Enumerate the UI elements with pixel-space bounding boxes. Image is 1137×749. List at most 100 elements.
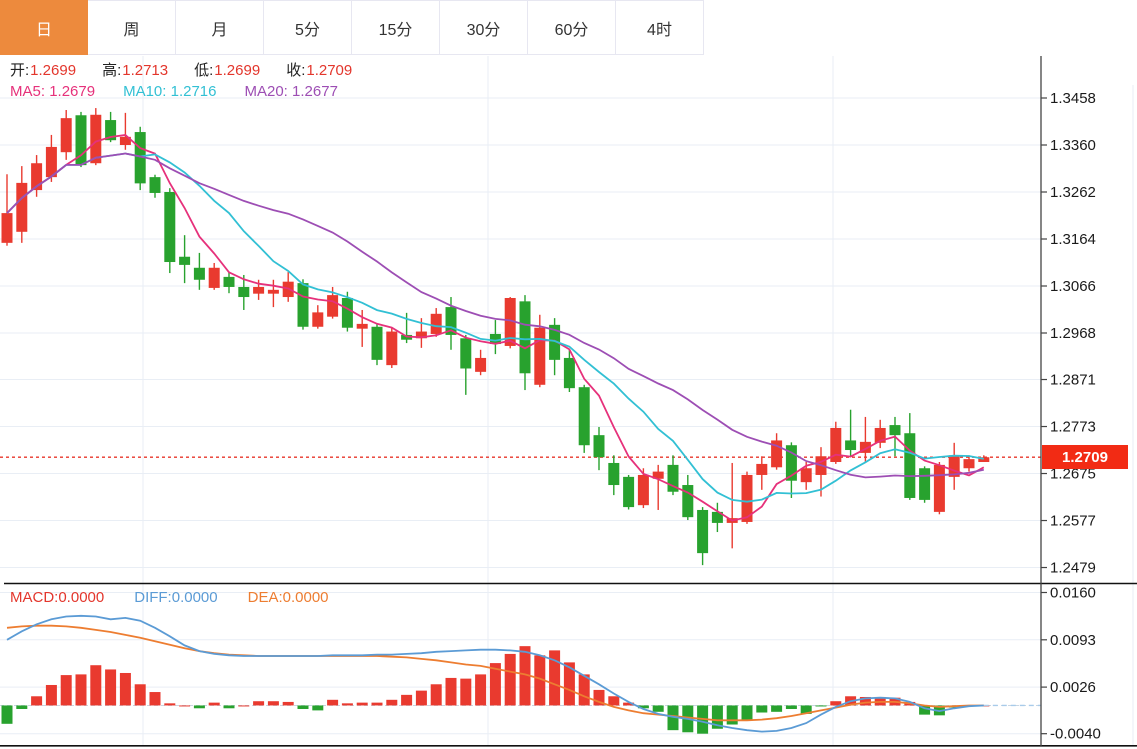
price-axis-label: 1.3066: [1050, 278, 1096, 295]
macd-hist-bar: [283, 702, 294, 706]
macd-hist-bar: [786, 705, 797, 709]
macd-hist-bar: [431, 684, 442, 705]
macd-hist-bar: [164, 703, 175, 705]
candle-body: [357, 324, 368, 329]
candle-body: [801, 468, 812, 482]
dea-label: DEA:: [248, 589, 283, 606]
candle-body: [268, 290, 279, 294]
macd-axis-label: 0.0093: [1050, 632, 1096, 649]
candle-body: [904, 433, 915, 498]
macd-hist-bar: [2, 705, 13, 723]
candle-body: [2, 213, 13, 243]
candle-body: [697, 510, 708, 553]
macd-value: 0.0000: [58, 589, 104, 606]
candle-body: [342, 298, 353, 328]
candle-body: [90, 115, 101, 163]
tab-60min[interactable]: 60分: [528, 0, 616, 55]
tab-month[interactable]: 月: [176, 0, 264, 55]
ma20-readout: MA20: 1.2677: [245, 83, 338, 100]
candle-body: [209, 268, 220, 288]
macd-hist-bar: [224, 705, 235, 708]
macd-hist-bar: [475, 674, 486, 705]
price-axis-label: 1.2479: [1050, 560, 1096, 577]
low-label: 低:: [194, 62, 213, 79]
last-price-tag: 1.2709: [1042, 445, 1128, 469]
candle-body: [194, 268, 205, 280]
candle-body: [327, 295, 338, 317]
macd-hist-bar: [238, 705, 249, 706]
ma-readout: MA5: 1.2679 MA10: 1.2716 MA20: 1.2677: [10, 83, 338, 100]
diff-value-group: DIFF:0.0000: [134, 589, 217, 606]
macd-hist-bar: [16, 705, 27, 709]
high-value: 1.2713: [122, 62, 168, 79]
macd-hist-bar: [771, 705, 782, 711]
macd-hist-bar: [298, 705, 309, 709]
candle-body: [919, 468, 930, 500]
macd-hist-bar: [46, 685, 57, 705]
ohlc-high: 高:1.2713: [102, 59, 168, 80]
price-axis-label: 1.2577: [1050, 513, 1096, 530]
macd-hist-bar: [742, 705, 753, 720]
candle-body: [16, 183, 27, 232]
price-axis-label: 1.2968: [1050, 325, 1096, 342]
candle-body: [224, 277, 235, 287]
macd-hist-bar: [446, 678, 457, 706]
ohlc-close: 收:1.2709: [286, 59, 352, 80]
macd-hist-bar: [401, 695, 412, 706]
close-value: 1.2709: [306, 62, 352, 79]
macd-hist-bar: [727, 705, 738, 724]
macd-axis-label: 0.0026: [1050, 679, 1096, 696]
candle-body: [164, 192, 175, 262]
tab-5min[interactable]: 5分: [264, 0, 352, 55]
candle-body: [238, 287, 249, 297]
candle-body: [61, 118, 72, 152]
macd-hist-bar: [653, 705, 664, 711]
macd-hist-bar: [150, 692, 161, 705]
chart-window: 日周月5分15分30分60分4时 开:1.2699 高:1.2713 低:1.2…: [0, 0, 1137, 749]
candle-body: [579, 387, 590, 445]
macd-hist-bar: [608, 696, 619, 705]
price-axis-label: 1.2871: [1050, 372, 1096, 389]
macd-hist-bar: [579, 674, 590, 705]
timeframe-tabs: 日周月5分15分30分60分4时: [0, 0, 704, 55]
macd-hist-bar: [342, 703, 353, 705]
low-value: 1.2699: [214, 62, 260, 79]
ohlc-low: 低:1.2699: [194, 59, 260, 80]
macd-value-group: MACD:0.0000: [10, 589, 104, 606]
macd-hist-bar: [357, 703, 368, 706]
tab-day[interactable]: 日: [0, 0, 88, 55]
macd-axis-label: 0.0160: [1050, 585, 1096, 602]
candle-body: [756, 464, 767, 475]
tab-15min[interactable]: 15分: [352, 0, 440, 55]
candle-body: [534, 328, 545, 385]
ma10-readout: MA10: 1.2716: [123, 83, 216, 100]
macd-hist-bar: [372, 703, 383, 706]
tab-4hour[interactable]: 4时: [616, 0, 704, 55]
macd-hist-bar: [327, 700, 338, 706]
macd-label: MACD:: [10, 589, 58, 606]
tab-week[interactable]: 周: [88, 0, 176, 55]
candle-body: [608, 463, 619, 485]
macd-hist-bar: [209, 703, 220, 706]
diff-value: 0.0000: [172, 589, 218, 606]
candle-body: [890, 425, 901, 435]
candle-body: [431, 314, 442, 334]
candle-body: [845, 440, 856, 450]
tab-30min[interactable]: 30分: [440, 0, 528, 55]
price-axis-label: 1.3164: [1050, 231, 1096, 248]
candle-body: [179, 257, 190, 265]
candlestick-chart[interactable]: 1.34581.33601.32621.31641.30661.29681.28…: [0, 0, 1137, 749]
macd-hist-bar: [386, 700, 397, 706]
macd-hist-bar: [312, 705, 323, 710]
candle-body: [372, 327, 383, 360]
macd-readout: MACD:0.0000 DIFF:0.0000 DEA:0.0000: [10, 589, 329, 606]
ma5-label: MA5:: [10, 83, 45, 100]
candle-body: [386, 332, 397, 366]
candle-body: [150, 177, 161, 193]
ohlc-open: 开:1.2699: [10, 59, 76, 80]
macd-hist-bar: [816, 705, 827, 706]
macd-hist-bar: [194, 705, 205, 708]
high-label: 高:: [102, 62, 121, 79]
dea-value-group: DEA:0.0000: [248, 589, 329, 606]
candle-body: [564, 358, 575, 388]
